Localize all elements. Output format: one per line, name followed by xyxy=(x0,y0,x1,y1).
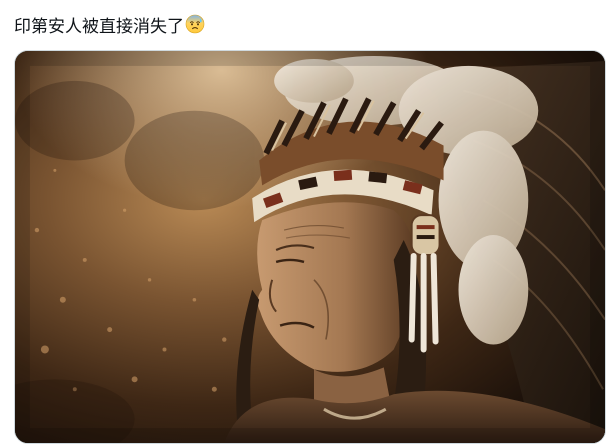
portrait-photo xyxy=(15,51,605,443)
post-text-line: 印第安人被直接消失了 xyxy=(14,11,205,37)
tweet-post: 印第安人被直接消失了 xyxy=(0,0,614,448)
post-text: 印第安人被直接消失了 xyxy=(14,16,184,37)
anxious-face-with-sweat-icon xyxy=(185,14,205,34)
post-image[interactable] xyxy=(14,50,606,444)
